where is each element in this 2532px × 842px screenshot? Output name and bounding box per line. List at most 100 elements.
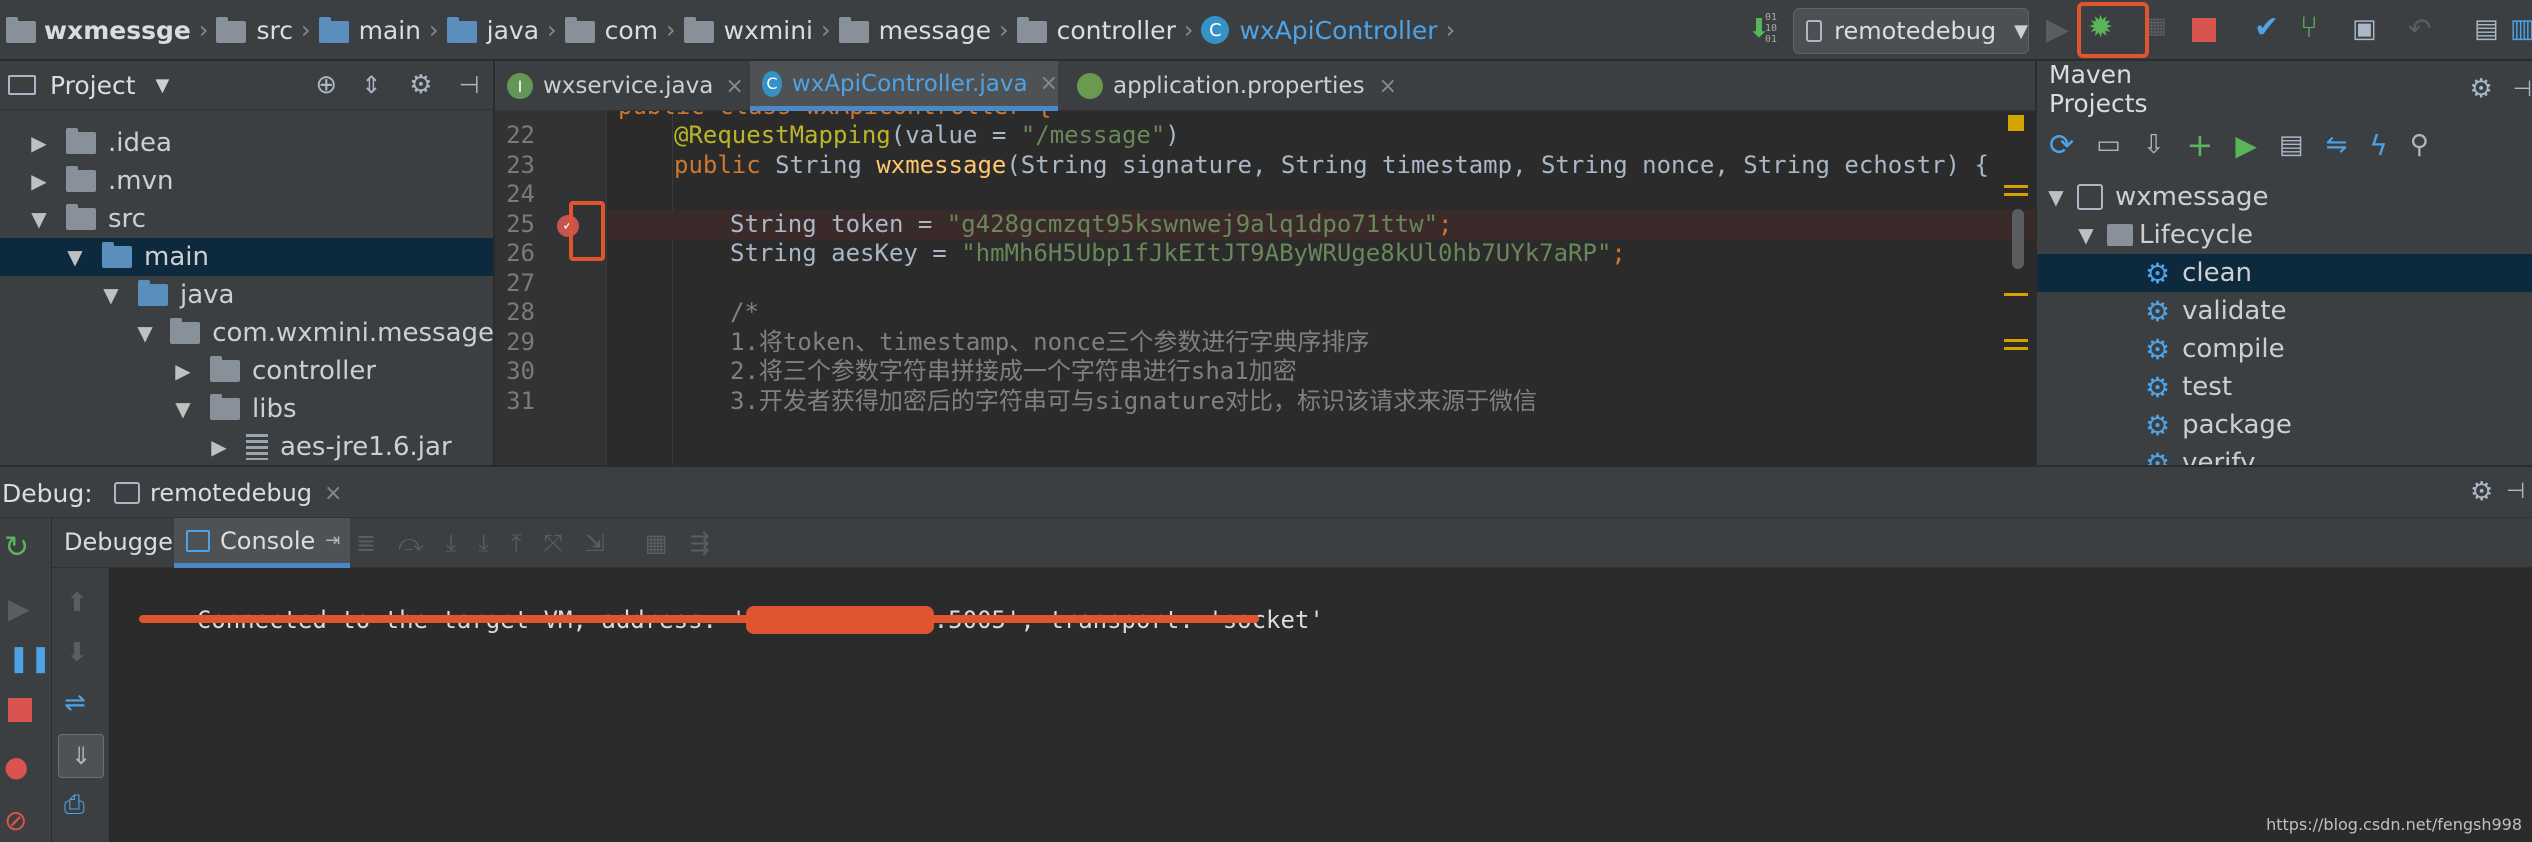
- toggle-offline-icon[interactable]: ⇋: [2325, 130, 2347, 160]
- maven-goal-clean[interactable]: ⚙ clean: [2037, 254, 2532, 292]
- maven-goal-compile[interactable]: ⚙ compile: [2037, 330, 2532, 368]
- maven-goal-package[interactable]: ⚙ package: [2037, 406, 2532, 444]
- close-icon[interactable]: ×: [725, 74, 743, 99]
- run-icon[interactable]: ▶: [2046, 12, 2069, 47]
- expand-arrow-icon[interactable]: ▼: [2043, 185, 2069, 209]
- code-editor[interactable]: public class wxApiController { @RequestM…: [608, 111, 2035, 465]
- breadcrumb-item[interactable]: main: [359, 16, 421, 45]
- settings-icon[interactable]: ▥: [2510, 14, 2532, 44]
- editor-tab[interactable]: application.properties ×: [1077, 61, 1397, 111]
- tree-item-java[interactable]: ▼ java: [0, 276, 493, 314]
- breadcrumb-item[interactable]: com: [605, 16, 658, 45]
- maven-goal-verify[interactable]: ⚙ verify: [2037, 444, 2532, 466]
- view-breakpoints-icon[interactable]: ●: [4, 750, 28, 783]
- run-config-icon[interactable]: ▤: [2279, 130, 2304, 160]
- chevron-down-icon[interactable]: ▼: [156, 75, 170, 96]
- expand-arrow-icon[interactable]: ▼: [98, 283, 124, 307]
- coverage-icon[interactable]: ▦: [2146, 14, 2167, 39]
- trace-icon[interactable]: ⇶: [690, 529, 710, 557]
- scrollbar-thumb[interactable]: [2012, 209, 2024, 269]
- locate-icon[interactable]: ⊕: [315, 70, 337, 100]
- stop-icon[interactable]: [8, 698, 32, 722]
- breadcrumb-item[interactable]: controller: [1057, 16, 1176, 45]
- project-panel-title[interactable]: Project: [50, 71, 136, 100]
- scroll-to-end-icon[interactable]: ⇓: [58, 734, 104, 778]
- restore-layout-icon[interactable]: ⇥: [325, 530, 340, 551]
- history-icon[interactable]: ▣: [2352, 14, 2377, 44]
- project-structure-icon[interactable]: ▤: [2474, 14, 2499, 44]
- gear-icon[interactable]: ⚙: [2470, 74, 2493, 104]
- add-icon[interactable]: +: [2187, 126, 2214, 164]
- refresh-icon[interactable]: ⟳: [2049, 128, 2074, 163]
- breadcrumb-item[interactable]: wxApiController: [1239, 16, 1437, 45]
- evaluate-expression-icon[interactable]: ▦: [645, 529, 668, 557]
- tree-item-package[interactable]: ▼ com.wxmini.message: [0, 314, 493, 352]
- tree-item-mvn[interactable]: ▶ .mvn: [0, 162, 493, 200]
- download-icon[interactable]: ⇩: [2143, 130, 2165, 160]
- run-to-cursor-icon[interactable]: ⇲: [585, 529, 605, 557]
- maven-project[interactable]: ▼ wxmessage: [2037, 178, 2532, 216]
- debug-session-tab[interactable]: remotedebug ×: [114, 467, 342, 519]
- collapse-all-icon[interactable]: ⇕: [361, 71, 381, 99]
- expand-arrow-icon[interactable]: ▼: [134, 321, 156, 345]
- vcs-update-icon[interactable]: ✔: [2254, 10, 2279, 45]
- maven-lifecycle[interactable]: ▼ Lifecycle: [2037, 216, 2532, 254]
- console-output[interactable]: Connected to the target VM, address: '00…: [111, 568, 2532, 842]
- revert-icon[interactable]: ↶: [2408, 12, 2431, 45]
- tree-item-jar[interactable]: ▶ aes-jre1.6.jar: [0, 428, 493, 465]
- soft-wrap-icon[interactable]: ⇌: [64, 688, 86, 718]
- gear-icon[interactable]: ⚙: [409, 70, 432, 100]
- maven-goal-validate[interactable]: ⚙ validate: [2037, 292, 2532, 330]
- resume-icon[interactable]: ▶: [8, 592, 30, 625]
- expand-arrow-icon[interactable]: ▼: [2073, 223, 2099, 247]
- expand-arrow-icon[interactable]: ▼: [26, 207, 52, 231]
- drop-frame-icon[interactable]: ⤧: [544, 529, 563, 557]
- maven-goal-test[interactable]: ⚙ test: [2037, 368, 2532, 406]
- pause-icon[interactable]: ❚❚: [8, 644, 52, 674]
- breadcrumb-item[interactable]: message: [879, 16, 991, 45]
- print-icon[interactable]: ⎙: [64, 790, 85, 821]
- hide-icon[interactable]: ⊣: [2506, 479, 2525, 504]
- expand-arrow-icon[interactable]: ▶: [170, 359, 196, 383]
- hide-icon[interactable]: ⊣: [459, 71, 480, 99]
- tab-console[interactable]: Console ⇥: [174, 518, 350, 568]
- hide-icon[interactable]: ⊣: [2513, 77, 2532, 102]
- expand-arrow-icon[interactable]: ▶: [26, 131, 52, 155]
- tree-item-libs[interactable]: ▼ libs: [0, 390, 493, 428]
- breadcrumb-item[interactable]: java: [487, 16, 539, 45]
- breadcrumb-item[interactable]: src: [256, 16, 293, 45]
- expand-arrow-icon[interactable]: ▶: [26, 169, 52, 193]
- breadcrumb-item[interactable]: wxmini: [724, 16, 813, 45]
- breadcrumb-item[interactable]: wxmessge: [44, 16, 191, 45]
- step-over-icon[interactable]: ⤼: [398, 529, 424, 557]
- mute-breakpoints-icon[interactable]: ⊘: [4, 804, 27, 837]
- expand-arrow-icon[interactable]: ▶: [206, 435, 232, 459]
- run-configuration-select[interactable]: remotedebug ▼: [1793, 8, 2029, 54]
- rerun-icon[interactable]: ↻: [4, 530, 29, 565]
- tab-debugger[interactable]: Debugger: [64, 528, 183, 556]
- skip-tests-icon[interactable]: ϟ: [2369, 129, 2387, 162]
- tree-item-controller[interactable]: ▶ controller: [0, 352, 493, 390]
- force-step-into-icon[interactable]: ⤓: [478, 529, 489, 557]
- dependencies-icon[interactable]: ⚲: [2410, 130, 2429, 160]
- arrow-down-icon[interactable]: ⬇: [66, 638, 88, 668]
- expand-arrow-icon[interactable]: ▼: [170, 397, 196, 421]
- tree-item-src[interactable]: ▼ src: [0, 200, 493, 238]
- run-icon[interactable]: ▶: [2235, 129, 2257, 162]
- close-icon[interactable]: ×: [1379, 74, 1397, 99]
- editor-tab-active[interactable]: C wxApiController.java ×: [750, 61, 1058, 111]
- editor-tab[interactable]: I wxservice.java ×: [507, 61, 744, 111]
- step-out-icon[interactable]: ⤒: [511, 529, 522, 557]
- tree-item-idea[interactable]: ▶ .idea: [0, 124, 493, 162]
- generate-sources-icon[interactable]: ▭: [2096, 130, 2121, 160]
- close-icon[interactable]: ×: [1040, 71, 1058, 96]
- step-into-icon[interactable]: ⤓: [446, 529, 457, 557]
- tree-item-main[interactable]: ▼ main: [0, 238, 493, 276]
- expand-arrow-icon[interactable]: ▼: [62, 245, 88, 269]
- show-execution-point-icon[interactable]: ≣: [356, 529, 376, 557]
- stop-icon[interactable]: [2192, 18, 2216, 42]
- vcs-branch-icon[interactable]: ⑂: [2300, 10, 2318, 45]
- arrow-up-icon[interactable]: ⬆: [66, 588, 88, 618]
- close-icon[interactable]: ×: [324, 481, 342, 506]
- gear-icon[interactable]: ⚙: [2470, 477, 2493, 507]
